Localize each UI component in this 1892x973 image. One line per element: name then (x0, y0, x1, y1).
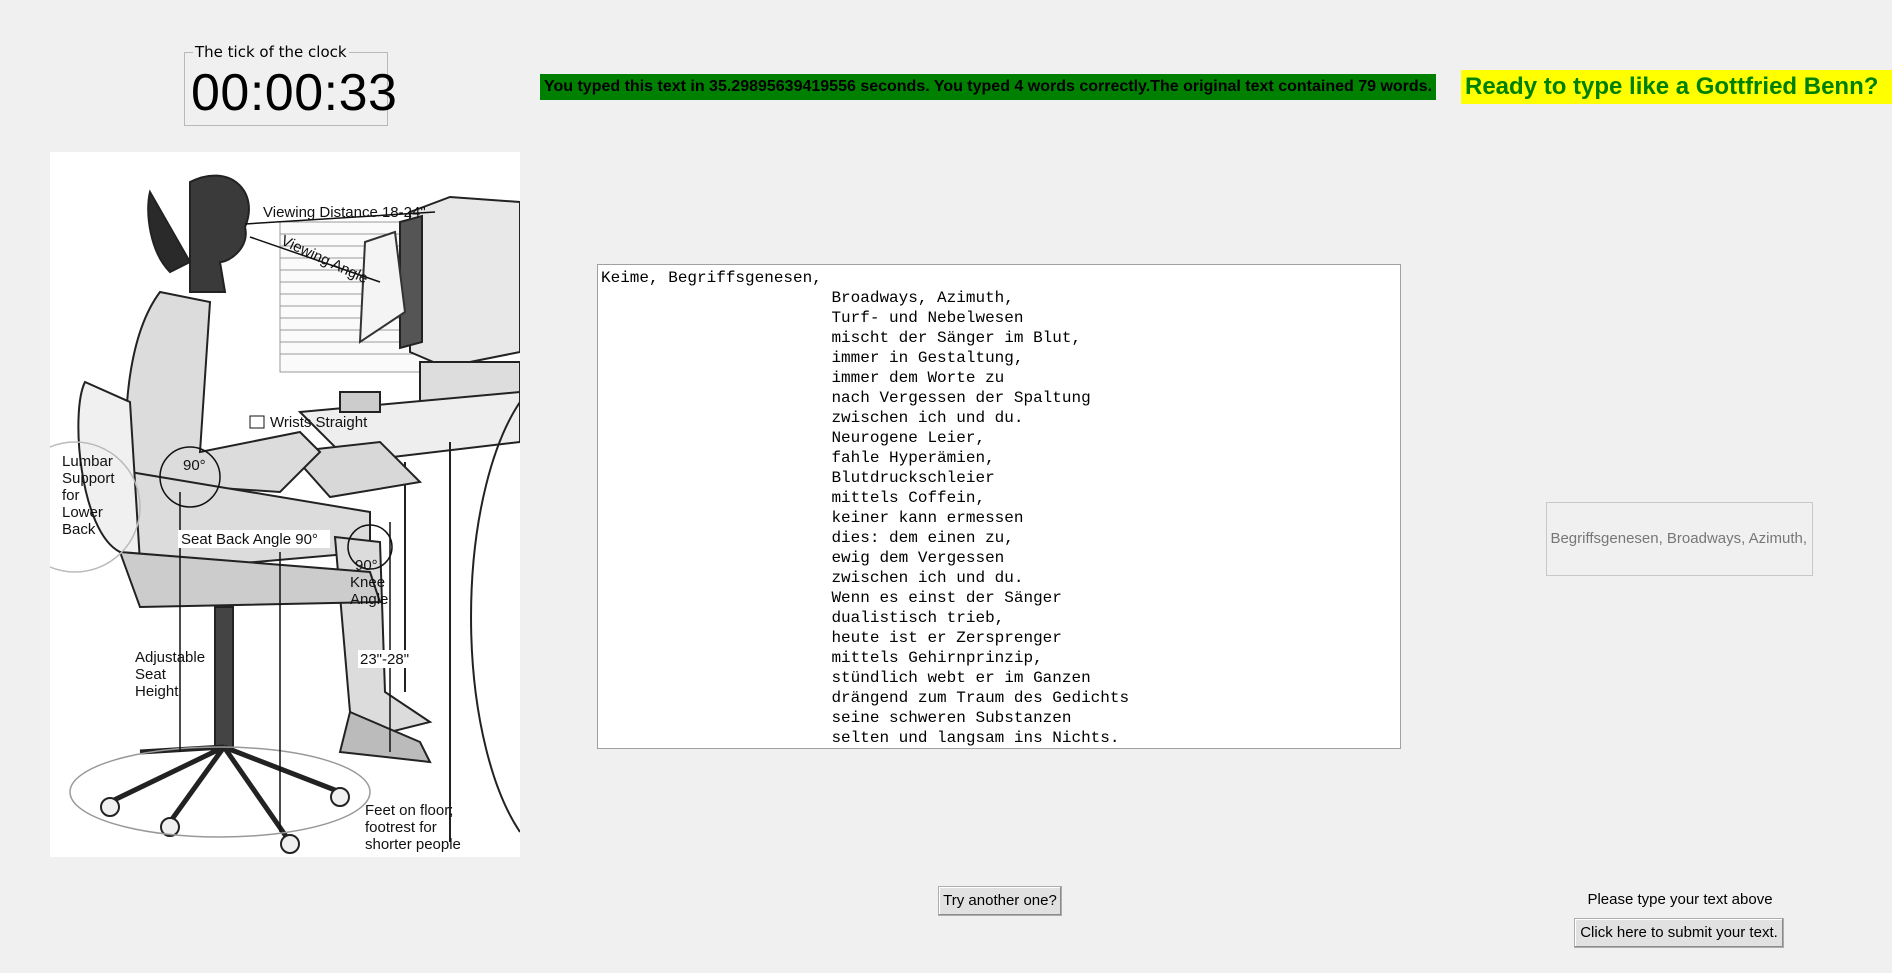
result-message: You typed this text in 35.29895639419556… (540, 74, 1437, 100)
svg-text:90°: 90° (355, 557, 378, 574)
poem-text-area[interactable]: Keime, Begriffsgenesen, Broadways, Azimu… (597, 264, 1401, 749)
clock-time: 00:00:33 (191, 64, 398, 122)
label-feet: Feet on floor; footrest for shorter peop… (365, 802, 461, 853)
submit-text-button[interactable]: Click here to submit your text. (1574, 918, 1784, 948)
svg-text:Seat: Seat (135, 666, 167, 683)
label-angle-90: 90° (183, 457, 206, 474)
clock-frame: The tick of the clock 00:00:33 (184, 44, 397, 126)
svg-text:Lumbar: Lumbar (62, 453, 113, 470)
clock-frame-title: The tick of the clock (193, 43, 349, 61)
svg-text:for: for (62, 487, 80, 504)
label-wrists: Wrists Straight (270, 414, 368, 431)
svg-text:Height: Height (135, 683, 179, 700)
label-desk-height: 23"-28" (360, 651, 409, 668)
typing-input[interactable]: Keime, Begriffsgenesen, Broadways, Azimu… (1546, 502, 1813, 576)
svg-text:Angle: Angle (350, 591, 388, 608)
svg-text:Lower: Lower (62, 504, 103, 521)
svg-text:Knee: Knee (350, 574, 385, 591)
typing-input-value: Keime, Begriffsgenesen, Broadways, Azimu… (1547, 530, 1807, 547)
try-another-button[interactable]: Try another one? (938, 886, 1062, 916)
svg-text:shorter people: shorter people (365, 836, 461, 853)
label-seat-height: Adjustable Seat Height (135, 649, 205, 700)
type-hint-label: Please type your text above (1587, 891, 1773, 908)
poem-text: Keime, Begriffsgenesen, Broadways, Azimu… (601, 269, 1130, 747)
svg-text:Feet on floor;: Feet on floor; (365, 802, 453, 819)
svg-text:Adjustable: Adjustable (135, 649, 205, 666)
ready-banner: Ready to type like a Gottfried Benn? (1461, 70, 1892, 104)
svg-text:footrest for: footrest for (365, 819, 437, 836)
ergonomics-illustration: Viewing Distance 18-24" Viewing Angle Wr… (9, 152, 521, 857)
svg-text:Back: Back (62, 521, 96, 538)
svg-text:Support: Support (62, 470, 115, 487)
label-seat-back: Seat Back Angle 90° (181, 531, 318, 548)
label-viewing-distance: Viewing Distance 18-24" (263, 204, 426, 221)
